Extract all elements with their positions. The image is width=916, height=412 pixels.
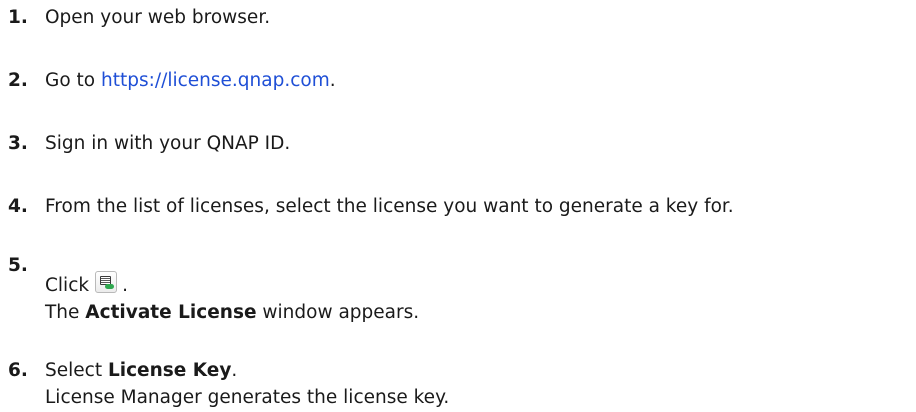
- license-portal-link[interactable]: https://license.qnap.com: [101, 70, 330, 91]
- step-number: 4.: [8, 196, 28, 217]
- step-number: 2.: [8, 70, 28, 91]
- step-number: 6.: [8, 360, 28, 381]
- step-text: Open your web browser.: [45, 7, 271, 28]
- step-number: 5.: [8, 255, 28, 276]
- step-text: From the list of licenses, select the li…: [45, 196, 734, 217]
- step-number: 1.: [8, 7, 28, 28]
- step-text: Click: [45, 275, 90, 296]
- option-name: License Key: [107, 360, 232, 381]
- step-punctuation: .: [329, 70, 336, 91]
- step-punctuation: .: [122, 275, 128, 296]
- step-result: The Activate License window appears.: [45, 302, 420, 323]
- activate-license-icon[interactable]: [95, 271, 118, 293]
- window-name: Activate License: [85, 302, 257, 323]
- step-number: 3.: [8, 133, 28, 154]
- step-text: Go to: [45, 70, 101, 91]
- step-result: License Manager generates the license ke…: [45, 387, 450, 408]
- step-punctuation: .: [231, 360, 238, 381]
- step-text: Sign in with your QNAP ID.: [45, 133, 291, 154]
- instruction-steps: 1. Open your web browser. 2. Go to https…: [0, 0, 916, 412]
- step-text: Select: [45, 360, 108, 381]
